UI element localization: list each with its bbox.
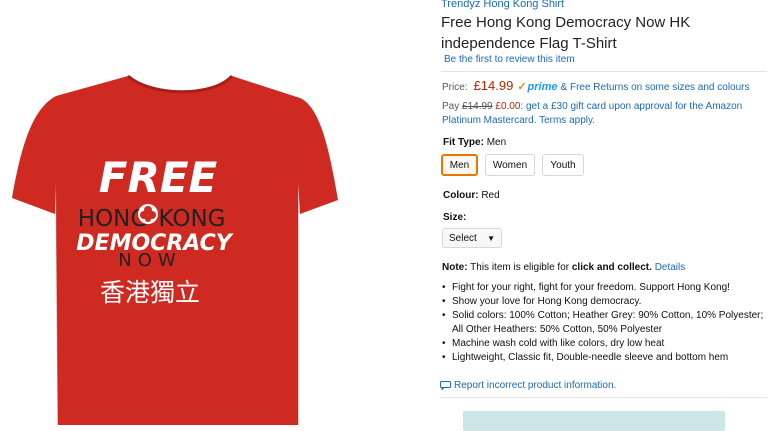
free-returns-link[interactable]: & Free Returns on some sizes and colours xyxy=(561,82,750,93)
report-info[interactable]: Report incorrect product information. xyxy=(440,380,616,391)
print-free: FREE xyxy=(99,153,218,202)
note-label: Note: xyxy=(442,262,468,273)
prime-check-icon: ✓ xyxy=(517,81,527,93)
price-label: Price: xyxy=(442,82,468,93)
gift-card-offer: Pay £14.99 £0.00: get a £30 gift card up… xyxy=(442,100,762,128)
print-now: NOW xyxy=(118,250,181,271)
bullet-item: Show your love for Hong Kong democracy. xyxy=(442,295,772,309)
chevron-down-icon: ▼ xyxy=(487,233,495,243)
tshirt-image: FREE HONG KONG DEMOCRACY NOW 香港獨立 xyxy=(12,74,338,425)
note-text: This item is eligible for xyxy=(467,262,572,273)
review-link[interactable]: Be the first to review this item xyxy=(444,54,575,65)
feature-bullets: Fight for your right, fight for your fre… xyxy=(442,281,772,365)
fit-type-value: Men xyxy=(486,137,507,148)
print-hong: HONG xyxy=(78,206,148,232)
brand-link[interactable]: Trendyz Hong Kong Shirt xyxy=(441,0,564,10)
fit-option-men[interactable]: Men xyxy=(441,154,478,176)
size-select-value: Select xyxy=(449,232,477,244)
gift-pay-label: Pay xyxy=(442,101,460,112)
size-select[interactable]: Select ▼ xyxy=(442,228,502,248)
product-image[interactable]: FREE HONG KONG DEMOCRACY NOW 香港獨立 xyxy=(0,0,435,425)
colour-value: Red xyxy=(481,190,500,201)
report-link[interactable]: Report incorrect product information. xyxy=(454,380,616,391)
gift-old-price: £14.99 xyxy=(462,101,493,112)
print-chinese: 香港獨立 xyxy=(100,278,200,307)
divider xyxy=(441,397,767,398)
fit-type-title: Fit Type: xyxy=(443,137,484,148)
price-row: Price: £14.99 ✓prime & Free Returns on s… xyxy=(442,78,750,93)
gift-new-price: £0.00 xyxy=(495,101,521,112)
print-kong: KONG xyxy=(159,206,226,232)
details-link[interactable]: Details xyxy=(655,262,686,273)
bullet-item: Machine wash cold with like colors, dry … xyxy=(442,337,772,351)
bauhinia-icon xyxy=(138,204,158,224)
price-value: £14.99 xyxy=(473,78,514,93)
product-title: Free Hong Kong Democracy Now HK independ… xyxy=(441,14,691,52)
colour-row: Colour: Red xyxy=(443,190,500,201)
bullet-item: Lightweight, Classic fit, Double-needle … xyxy=(442,351,772,365)
prime-label: prime xyxy=(527,81,558,93)
click-collect-note: Note: This item is eligible for click an… xyxy=(442,262,685,273)
fit-type-label: Fit Type: Men xyxy=(443,137,506,148)
size-label: Size: xyxy=(443,212,467,223)
note-bold: click and collect. xyxy=(571,262,652,273)
bullet-item: Solid colors: 100% Cotton; Heather Grey:… xyxy=(442,309,772,337)
bullet-item: Fight for your right, fight for your fre… xyxy=(442,281,772,295)
fit-option-women[interactable]: Women xyxy=(485,154,535,176)
colour-label: Colour: xyxy=(443,190,479,201)
buy-box-panel xyxy=(463,411,725,431)
fit-option-youth[interactable]: Youth xyxy=(542,154,584,176)
prime-badge[interactable]: ✓prime xyxy=(517,80,557,93)
divider xyxy=(441,71,767,72)
speech-bubble-icon xyxy=(440,381,451,390)
